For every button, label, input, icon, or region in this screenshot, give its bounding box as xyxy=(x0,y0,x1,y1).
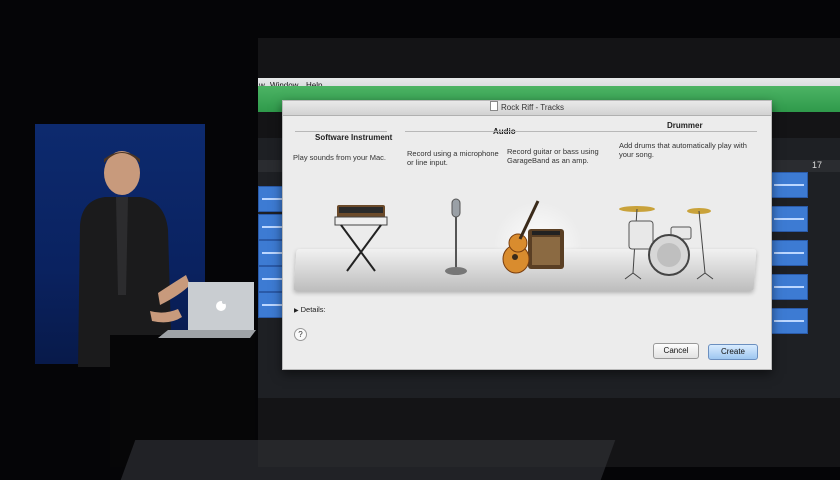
document-icon xyxy=(490,101,498,111)
guitar-amp-icon[interactable] xyxy=(498,199,570,279)
details-label: Details: xyxy=(300,305,326,314)
bar-number: 17 xyxy=(811,160,822,170)
audio-region[interactable] xyxy=(770,172,808,198)
microphone-description: Record using a microphone or line input. xyxy=(407,149,499,167)
create-button[interactable]: Create xyxy=(708,344,758,360)
guitar-description: Record guitar or bass using GarageBand a… xyxy=(507,147,599,165)
cancel-button[interactable]: Cancel xyxy=(653,343,699,359)
new-track-dialog: Rock Riff - Tracks Software Instrument P… xyxy=(282,100,772,370)
track-strip xyxy=(120,440,616,480)
column-divider xyxy=(405,131,621,132)
keyboard-synth-icon[interactable] xyxy=(331,199,391,275)
microphone-icon[interactable] xyxy=(443,197,469,279)
help-button[interactable]: ? xyxy=(294,328,307,341)
audio-region[interactable] xyxy=(770,240,808,266)
laptop xyxy=(158,282,256,338)
window-title: Rock Riff - Tracks xyxy=(501,103,564,112)
software-instrument-heading: Software Instrument xyxy=(315,133,393,142)
audio-region[interactable] xyxy=(770,206,808,232)
dialog-title-bar: Rock Riff - Tracks xyxy=(283,101,771,116)
audio-region[interactable] xyxy=(770,274,808,300)
drummer-description: Add drums that automatically play with y… xyxy=(619,141,747,159)
column-divider xyxy=(621,131,757,132)
disclosure-triangle-icon: ▶ xyxy=(294,308,299,314)
software-instrument-description: Play sounds from your Mac. xyxy=(293,153,386,162)
audio-region[interactable] xyxy=(770,308,808,334)
column-divider xyxy=(295,131,387,132)
details-disclosure[interactable]: ▶ Details: xyxy=(294,305,326,314)
drum-kit-icon[interactable] xyxy=(613,201,717,281)
drummer-heading: Drummer xyxy=(667,121,703,130)
